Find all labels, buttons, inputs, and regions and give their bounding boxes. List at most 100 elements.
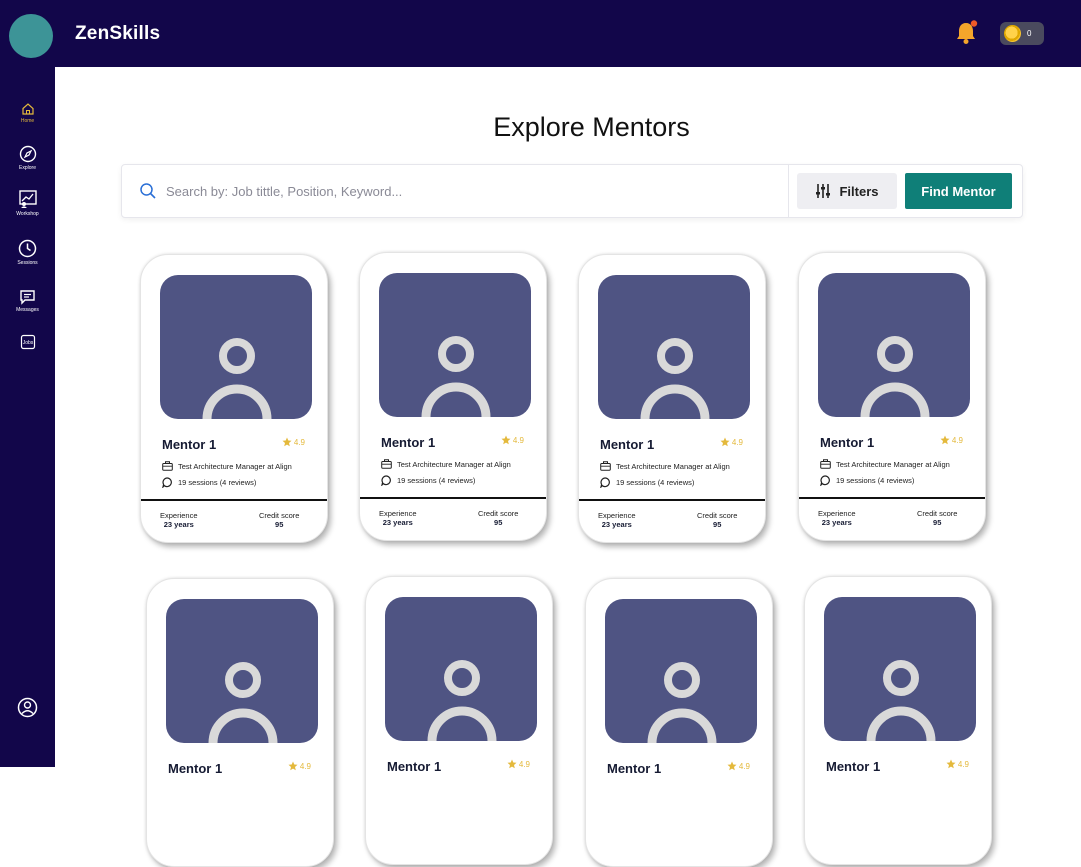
svg-text:Jobs: Jobs [22, 340, 33, 346]
mentor-title: Test Architecture Manager at Align [600, 461, 730, 471]
mentor-card[interactable]: Mentor 1 4.9 [804, 576, 992, 865]
user-avatar-icon [640, 338, 710, 419]
profile-button[interactable] [0, 697, 55, 718]
search-icon [140, 183, 156, 199]
coin-count: 0 [1027, 29, 1032, 38]
mentor-sessions: 19 sessions (4 reviews) [381, 475, 475, 486]
search-bar: Filters Find Mentor [121, 164, 1023, 218]
page-title: Explore Mentors [493, 112, 690, 142]
briefcase-icon [381, 459, 392, 469]
sidebar: Home Explore Workshop Sessions Messages [0, 67, 55, 767]
notification-bell-icon[interactable] [954, 20, 978, 46]
top-bar: ZenSkills 0 [0, 0, 1081, 67]
mentor-photo [824, 597, 976, 741]
logo-avatar[interactable] [9, 14, 53, 58]
mentor-rating: 4.9 [946, 759, 969, 769]
workshop-icon [18, 190, 37, 208]
mentor-name: Mentor 1 [168, 761, 223, 776]
mentor-credit: Credit score 95 [697, 511, 737, 529]
star-icon [940, 435, 950, 445]
rating-value: 4.9 [957, 759, 969, 769]
clock-icon [18, 239, 37, 258]
mentor-card[interactable]: Mentor 1 4.9 Test Architecture Manager a… [798, 252, 986, 541]
search-divider [788, 165, 789, 217]
compass-icon [19, 145, 36, 163]
sidebar-item-label: Sessions [17, 260, 38, 266]
star-icon [501, 435, 511, 445]
mentor-experience: Experience 23 years [818, 509, 856, 527]
mentor-sessions-text: 19 sessions (4 reviews) [397, 476, 476, 485]
user-avatar-icon [208, 662, 278, 743]
card-divider [360, 497, 546, 499]
mentor-card[interactable]: Mentor 1 4.9 [365, 576, 553, 865]
brand-name: ZenSkills [75, 23, 161, 44]
find-mentor-button[interactable]: Find Mentor [905, 173, 1012, 209]
mentor-name: Mentor 1 [162, 437, 217, 452]
filters-button[interactable]: Filters [797, 173, 897, 209]
briefcase-icon [820, 459, 831, 469]
rating-value: 4.9 [293, 437, 305, 447]
sidebar-item-workshop[interactable]: Workshop [0, 189, 55, 217]
chat-bubble-icon [162, 477, 172, 488]
mentor-card[interactable]: Mentor 1 4.9 [146, 578, 334, 867]
mentor-card[interactable]: Mentor 1 4.9 Test Architecture Manager a… [359, 252, 547, 541]
user-avatar-icon [647, 662, 717, 743]
mentor-rating: 4.9 [288, 761, 311, 771]
mentor-photo [160, 275, 312, 419]
mentor-sessions-text: 19 sessions (4 reviews) [616, 478, 695, 487]
user-avatar-icon [427, 660, 497, 741]
rating-value: 4.9 [518, 759, 530, 769]
mentor-rating: 4.9 [507, 759, 530, 769]
mentor-card[interactable]: Mentor 1 4.9 [585, 578, 773, 867]
mentor-credit: Credit score 95 [478, 509, 518, 527]
chat-bubble-icon [600, 477, 610, 488]
sliders-icon [816, 184, 831, 198]
card-divider [799, 497, 985, 499]
star-icon [288, 761, 298, 771]
mentor-name: Mentor 1 [600, 437, 655, 452]
briefcase-icon [600, 461, 611, 471]
experience-label: Experience [379, 509, 417, 518]
message-icon [20, 290, 35, 305]
mentor-sessions-text: 19 sessions (4 reviews) [178, 478, 257, 487]
mentor-photo [379, 273, 531, 417]
sidebar-item-jobs[interactable]: Jobs [0, 334, 55, 350]
rating-value: 4.9 [951, 435, 963, 445]
mentor-credit: Credit score 95 [259, 511, 299, 529]
user-avatar-icon [860, 336, 930, 417]
coin-balance[interactable]: 0 [1000, 22, 1044, 45]
sidebar-item-messages[interactable]: Messages [0, 289, 55, 313]
mentor-title-text: Test Architecture Manager at Align [836, 459, 950, 469]
user-avatar-icon [866, 660, 936, 741]
mentor-sessions: 19 sessions (4 reviews) [600, 477, 694, 488]
mentor-experience: Experience 23 years [160, 511, 198, 529]
mentor-credit: Credit score 95 [917, 509, 957, 527]
mentor-card[interactable]: Mentor 1 4.9 Test Architecture Manager a… [140, 254, 328, 543]
chat-bubble-icon [820, 475, 830, 486]
mentor-photo [605, 599, 757, 743]
experience-value: 23 years [382, 518, 413, 527]
chat-bubble-icon [381, 475, 391, 486]
star-icon [946, 759, 956, 769]
mentor-title: Test Architecture Manager at Align [162, 461, 292, 471]
sidebar-item-label: Messages [16, 307, 39, 313]
sidebar-item-sessions[interactable]: Sessions [0, 239, 55, 266]
user-circle-icon [17, 697, 38, 718]
briefcase-icon [162, 461, 173, 471]
mentor-title-text: Test Architecture Manager at Align [616, 461, 730, 471]
rating-value: 4.9 [299, 761, 311, 771]
mentor-photo [385, 597, 537, 741]
card-divider [579, 499, 765, 501]
search-input[interactable] [166, 175, 766, 207]
star-icon [507, 759, 517, 769]
experience-value: 23 years [163, 520, 194, 529]
sidebar-item-explore[interactable]: Explore [0, 145, 55, 171]
filters-label: Filters [839, 183, 879, 199]
rating-value: 4.9 [731, 437, 743, 447]
mentor-title: Test Architecture Manager at Align [381, 459, 511, 469]
mentor-card[interactable]: Mentor 1 4.9 Test Architecture Manager a… [578, 254, 766, 543]
experience-label: Experience [160, 511, 198, 520]
user-avatar-icon [421, 336, 491, 417]
card-divider [141, 499, 327, 501]
star-icon [727, 761, 737, 771]
